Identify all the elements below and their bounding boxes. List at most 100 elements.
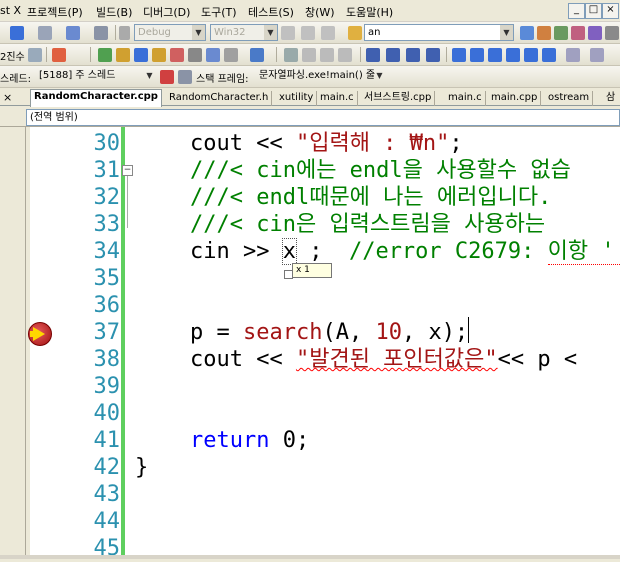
string-literal: "입력해 : ₩n" xyxy=(295,131,450,156)
next-bookmark-icon[interactable] xyxy=(488,48,502,62)
toolbox-icon[interactable] xyxy=(571,26,585,40)
format-icon[interactable] xyxy=(28,48,42,62)
deploy-icon[interactable] xyxy=(301,26,315,40)
target-icon[interactable] xyxy=(321,26,335,40)
comment-text: //error C2679: 이항 ' xyxy=(348,239,615,264)
line-number: 30 xyxy=(93,131,121,156)
uncomment-icon[interactable] xyxy=(426,48,440,62)
undo-icon[interactable] xyxy=(10,26,24,40)
solution-explorer-icon[interactable] xyxy=(537,26,551,40)
close-icon[interactable]: × xyxy=(602,3,619,19)
breakpoints-icon[interactable] xyxy=(52,48,66,62)
menu-item-tools[interactable]: 도구(T) xyxy=(201,4,237,20)
find-icon[interactable] xyxy=(348,26,362,40)
restore-icon[interactable]: □ xyxy=(585,3,602,19)
menu-item-help[interactable]: 도움말(H) xyxy=(346,4,393,20)
tab-randomcharacter-h[interactable]: RandomCharacter.h xyxy=(166,91,273,106)
find-in-files-icon[interactable] xyxy=(520,26,534,40)
output-icon[interactable] xyxy=(98,48,112,62)
chevron-down-icon: ▼ xyxy=(500,25,513,40)
tab-main-c[interactable]: main.c xyxy=(317,91,358,106)
bookmark-icon[interactable] xyxy=(452,48,466,62)
code-line-32: ///< endl때문에 나는 에러입니다. xyxy=(190,185,552,210)
publish-icon[interactable] xyxy=(281,26,295,40)
horizontal-scrollbar[interactable] xyxy=(0,555,620,559)
indicator-margin[interactable] xyxy=(0,127,26,555)
forward-icon[interactable] xyxy=(94,26,108,40)
prev-bookmark-icon[interactable] xyxy=(470,48,484,62)
stack-frame-select[interactable]: 문자열파싱.exe!main() 줄 ▼ xyxy=(256,68,386,85)
line-number: 36 xyxy=(93,293,121,318)
start-icon[interactable] xyxy=(119,26,130,40)
menu-item-test[interactable]: 테스트(S) xyxy=(248,4,294,20)
line-number: 33 xyxy=(93,212,121,237)
outdent-icon[interactable] xyxy=(386,48,400,62)
code-line-37: p = search(A, 10, x); xyxy=(190,319,468,346)
redo-icon[interactable] xyxy=(38,26,52,40)
error-squiggle xyxy=(548,262,620,265)
stack-frame-value: 문자열파싱.exe!main() 줄 xyxy=(259,70,376,81)
tab-overflow[interactable]: 삼 xyxy=(603,91,618,106)
clear-bookmarks-icon[interactable] xyxy=(506,48,520,62)
memory-icon[interactable] xyxy=(134,48,148,62)
registers-icon[interactable] xyxy=(250,48,264,62)
tab-main-c-2[interactable]: main.c xyxy=(445,91,486,106)
tab-xutility[interactable]: xutility xyxy=(276,91,318,106)
platform-select[interactable]: Win32 ▼ xyxy=(210,24,278,41)
minimize-icon[interactable]: _ xyxy=(568,3,585,19)
menu-item-project[interactable]: 프로젝트(P) xyxy=(27,4,83,20)
solution-config-value: Debug xyxy=(138,27,171,38)
change-tracking-bar xyxy=(121,127,125,555)
code-token: cout << xyxy=(190,131,296,156)
chevron-down-icon: ▼ xyxy=(146,71,153,80)
callstack-icon[interactable] xyxy=(188,48,202,62)
tab-randomcharacter-cpp[interactable]: RandomCharacter.cpp xyxy=(30,89,162,107)
collapse-outline-icon[interactable]: − xyxy=(122,165,133,176)
menu-item-partial[interactable]: st X xyxy=(0,4,21,17)
solution-config-select[interactable]: Debug ▼ xyxy=(134,24,206,41)
menu-item-debug[interactable]: 디버그(D) xyxy=(143,4,190,20)
step-out-icon[interactable] xyxy=(338,48,352,62)
code-token: << p < xyxy=(497,347,578,372)
class-view-icon[interactable] xyxy=(588,26,602,40)
modules-icon[interactable] xyxy=(224,48,238,62)
code-line-31: ///< cin에는 endl을 사용할수 없습 xyxy=(190,158,571,183)
tab-main-cpp[interactable]: main.cpp xyxy=(488,91,542,106)
indent-icon[interactable] xyxy=(366,48,380,62)
step-over-icon[interactable] xyxy=(320,48,334,62)
thread-label: 스레드: xyxy=(0,74,31,85)
navigate-icon[interactable] xyxy=(66,26,80,40)
watch-icon[interactable] xyxy=(170,48,184,62)
text-caret xyxy=(468,317,469,343)
line-number: 35 xyxy=(93,266,121,291)
menu-item-build[interactable]: 빌드(B) xyxy=(96,4,132,20)
comment-icon[interactable] xyxy=(406,48,420,62)
close-tab-icon[interactable]: × xyxy=(0,91,20,106)
datatip-tooltip[interactable]: x 1 xyxy=(292,263,332,278)
threads-icon[interactable] xyxy=(206,48,220,62)
locals-icon[interactable] xyxy=(152,48,166,62)
flag-icon[interactable] xyxy=(160,70,174,84)
hex-display-label[interactable]: 2진수 xyxy=(0,48,25,63)
properties-icon[interactable] xyxy=(554,26,568,40)
tab-substring-cpp[interactable]: 서브스트링.cpp xyxy=(361,91,436,106)
overflow-icon[interactable] xyxy=(590,48,604,62)
bookmark-folder-icon[interactable] xyxy=(524,48,538,62)
step-icon[interactable] xyxy=(302,48,316,62)
hovered-variable[interactable]: x xyxy=(281,238,297,265)
menu-item-window[interactable]: 창(W) xyxy=(305,4,335,20)
line-number: 41 xyxy=(93,428,121,453)
bookmark-window-icon[interactable] xyxy=(542,48,556,62)
options-icon[interactable] xyxy=(566,48,580,62)
more-icon[interactable] xyxy=(605,26,619,40)
tab-ostream[interactable]: ostream xyxy=(545,91,594,106)
thread-select[interactable]: [5188] 주 스레드 ▼ xyxy=(36,68,156,85)
disassembly-icon[interactable] xyxy=(284,48,298,62)
code-token: 0; xyxy=(269,428,310,453)
filter-icon[interactable] xyxy=(178,70,192,84)
scope-bar: (전역 범위) xyxy=(0,107,620,127)
scope-select[interactable]: (전역 범위) xyxy=(26,109,620,126)
find-combo[interactable]: an ▼ xyxy=(364,24,514,41)
code-token: (A, xyxy=(322,320,376,345)
open-icon[interactable] xyxy=(116,48,130,62)
